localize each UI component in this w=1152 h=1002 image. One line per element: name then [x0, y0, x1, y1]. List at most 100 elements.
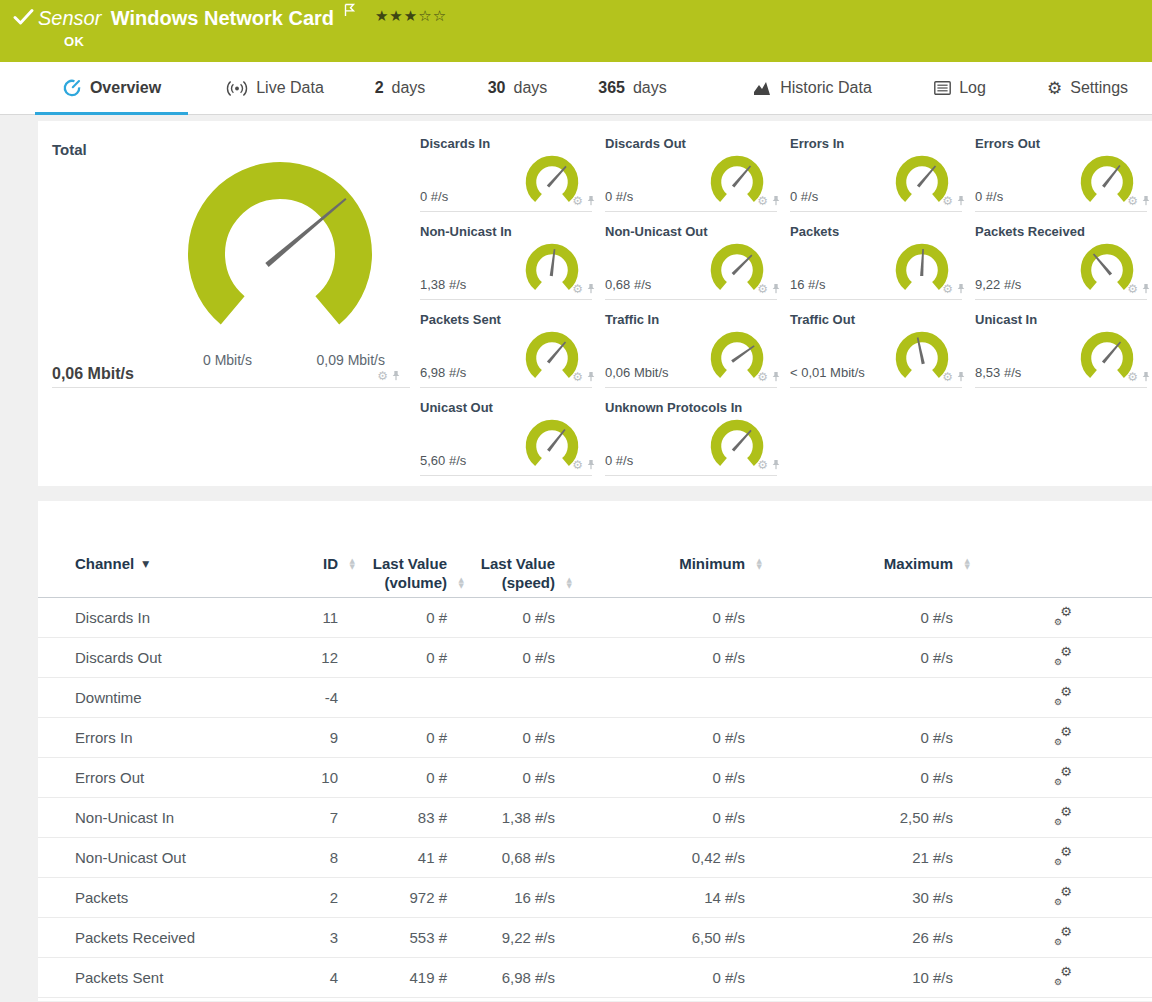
- gauge-cell: Errors In 0 #/s ⚙: [790, 124, 975, 212]
- channel-settings-icon[interactable]: ⚙⚙: [1055, 849, 1072, 864]
- gear-icon[interactable]: ⚙: [757, 371, 768, 383]
- pin-icon[interactable]: [771, 283, 781, 295]
- pin-icon[interactable]: [771, 371, 781, 383]
- pin-icon[interactable]: [1141, 371, 1151, 383]
- gauge-value: 0 #/s: [605, 453, 633, 468]
- tab-settings[interactable]: ⚙ Settings: [1040, 62, 1135, 114]
- cell-actions: ⚙⚙: [953, 918, 1152, 958]
- gear-icon[interactable]: ⚙: [942, 195, 953, 207]
- table-row[interactable]: Packets 2 972 # 16 #/s 14 #/s 30 #/s ⚙⚙: [38, 878, 1152, 918]
- tab-label: Overview: [90, 79, 161, 97]
- cell-channel[interactable]: Packets: [38, 878, 278, 918]
- cell-channel[interactable]: Discards In: [38, 598, 278, 638]
- table-row[interactable]: Errors In 9 0 # 0 #/s 0 #/s 0 #/s ⚙⚙: [38, 718, 1152, 758]
- gauge-title: Traffic In: [605, 312, 659, 327]
- table-row[interactable]: Packets Received 3 553 # 9,22 #/s 6,50 #…: [38, 918, 1152, 958]
- gauge-cell: Packets Received 9,22 #/s ⚙: [975, 212, 1152, 300]
- gear-icon[interactable]: ⚙: [1127, 371, 1138, 383]
- priority-stars[interactable]: ★★★☆☆: [375, 7, 447, 25]
- pin-icon[interactable]: [956, 371, 966, 383]
- column-header-id[interactable]: ID▲▼: [278, 501, 338, 598]
- gauge-value: 0,06 Mbit/s: [52, 365, 134, 383]
- tab-historic-data[interactable]: Historic Data: [735, 62, 890, 114]
- cell-channel[interactable]: Downtime: [38, 678, 278, 718]
- gear-icon[interactable]: ⚙: [377, 370, 388, 382]
- gear-icon[interactable]: ⚙: [572, 283, 583, 295]
- channel-settings-icon[interactable]: ⚙⚙: [1055, 689, 1072, 704]
- gear-icon[interactable]: ⚙: [1127, 195, 1138, 207]
- column-header-minimum[interactable]: Minimum▲▼: [555, 501, 745, 598]
- pin-icon[interactable]: [771, 459, 781, 471]
- table-row[interactable]: Discards Out 12 0 # 0 #/s 0 #/s 0 #/s ⚙⚙: [38, 638, 1152, 678]
- pin-icon[interactable]: [771, 195, 781, 207]
- cell-channel[interactable]: Errors Out: [38, 758, 278, 798]
- channel-settings-icon[interactable]: ⚙⚙: [1055, 809, 1072, 824]
- gear-icon[interactable]: ⚙: [572, 371, 583, 383]
- table-row[interactable]: Non-Unicast Out 8 41 # 0,68 #/s 0,42 #/s…: [38, 838, 1152, 878]
- cell-id: 2: [278, 878, 338, 918]
- tab-365-days[interactable]: 365days: [575, 62, 690, 114]
- pin-icon[interactable]: [586, 371, 596, 383]
- gauge-value: 9,22 #/s: [975, 277, 1021, 292]
- channel-settings-icon[interactable]: ⚙⚙: [1055, 969, 1072, 984]
- tab-log[interactable]: Log: [925, 62, 995, 114]
- cell-channel[interactable]: Packets Received: [38, 918, 278, 958]
- cell-channel[interactable]: Non-Unicast Out: [38, 838, 278, 878]
- table-row[interactable]: Errors Out 10 0 # 0 #/s 0 #/s 0 #/s ⚙⚙: [38, 758, 1152, 798]
- gauge-cell: Traffic Out < 0,01 Mbit/s ⚙: [790, 300, 975, 388]
- table-row[interactable]: Discards In 11 0 # 0 #/s 0 #/s 0 #/s ⚙⚙: [38, 598, 1152, 638]
- pin-icon[interactable]: [391, 370, 401, 382]
- gear-icon[interactable]: ⚙: [757, 459, 768, 471]
- gear-icon[interactable]: ⚙: [757, 283, 768, 295]
- gear-icon[interactable]: ⚙: [572, 459, 583, 471]
- column-header-channel[interactable]: Channel▼: [38, 501, 278, 598]
- channel-settings-icon[interactable]: ⚙⚙: [1055, 769, 1072, 784]
- column-header-last-value-volume[interactable]: Last Value (volume)▲▼: [338, 501, 447, 598]
- channel-settings-icon[interactable]: ⚙⚙: [1055, 609, 1072, 624]
- channel-settings-icon[interactable]: ⚙⚙: [1055, 929, 1072, 944]
- pin-icon[interactable]: [956, 283, 966, 295]
- cell-channel[interactable]: Packets Sent: [38, 958, 278, 998]
- cell-maximum: 0 #/s: [745, 718, 953, 758]
- tab-overview[interactable]: Overview: [35, 62, 188, 114]
- channel-settings-icon[interactable]: ⚙⚙: [1055, 649, 1072, 664]
- cell-minimum: 0 #/s: [555, 758, 745, 798]
- pin-icon[interactable]: [586, 459, 596, 471]
- channel-settings-icon[interactable]: ⚙⚙: [1055, 729, 1072, 744]
- flag-icon[interactable]: [344, 3, 356, 17]
- gear-icon[interactable]: ⚙: [942, 283, 953, 295]
- table-row[interactable]: Non-Unicast In 7 83 # 1,38 #/s 0 #/s 2,5…: [38, 798, 1152, 838]
- gear-icon[interactable]: ⚙: [757, 195, 768, 207]
- cell-actions: ⚙⚙: [953, 718, 1152, 758]
- pin-icon[interactable]: [586, 195, 596, 207]
- cell-maximum: 21 #/s: [745, 838, 953, 878]
- pin-icon[interactable]: [1141, 283, 1151, 295]
- channel-settings-icon[interactable]: ⚙⚙: [1055, 889, 1072, 904]
- cell-id: 8: [278, 838, 338, 878]
- tab-30-days[interactable]: 30days: [470, 62, 565, 114]
- gear-icon[interactable]: ⚙: [572, 195, 583, 207]
- tab-label: Settings: [1070, 79, 1128, 97]
- cell-id: 7: [278, 798, 338, 838]
- table-row[interactable]: Downtime -4 ⚙⚙: [38, 678, 1152, 718]
- gear-icon[interactable]: ⚙: [942, 371, 953, 383]
- column-header-maximum[interactable]: Maximum▲▼: [745, 501, 953, 598]
- cell-channel[interactable]: Discards Out: [38, 638, 278, 678]
- cell-id: 12: [278, 638, 338, 678]
- gear-icon[interactable]: ⚙: [1127, 283, 1138, 295]
- pin-icon[interactable]: [586, 283, 596, 295]
- pin-icon[interactable]: [1141, 195, 1151, 207]
- table-row[interactable]: Packets Sent 4 419 # 6,98 #/s 0 #/s 10 #…: [38, 958, 1152, 998]
- tab-2-days[interactable]: 2days: [350, 62, 450, 114]
- cell-channel[interactable]: Non-Unicast In: [38, 798, 278, 838]
- pin-icon[interactable]: [956, 195, 966, 207]
- cell-last-value-speed: [447, 678, 555, 718]
- tab-live-data[interactable]: Live Data: [205, 62, 345, 114]
- cell-channel[interactable]: Errors In: [38, 718, 278, 758]
- gauge-title: Packets: [790, 224, 839, 239]
- gauge-value: 8,53 #/s: [975, 365, 1021, 380]
- tab-number: 365: [598, 79, 625, 97]
- gauge-value: 0 #/s: [420, 189, 448, 204]
- gauge-scale-min: 0 Mbit/s: [203, 352, 252, 368]
- cell-actions: ⚙⚙: [953, 638, 1152, 678]
